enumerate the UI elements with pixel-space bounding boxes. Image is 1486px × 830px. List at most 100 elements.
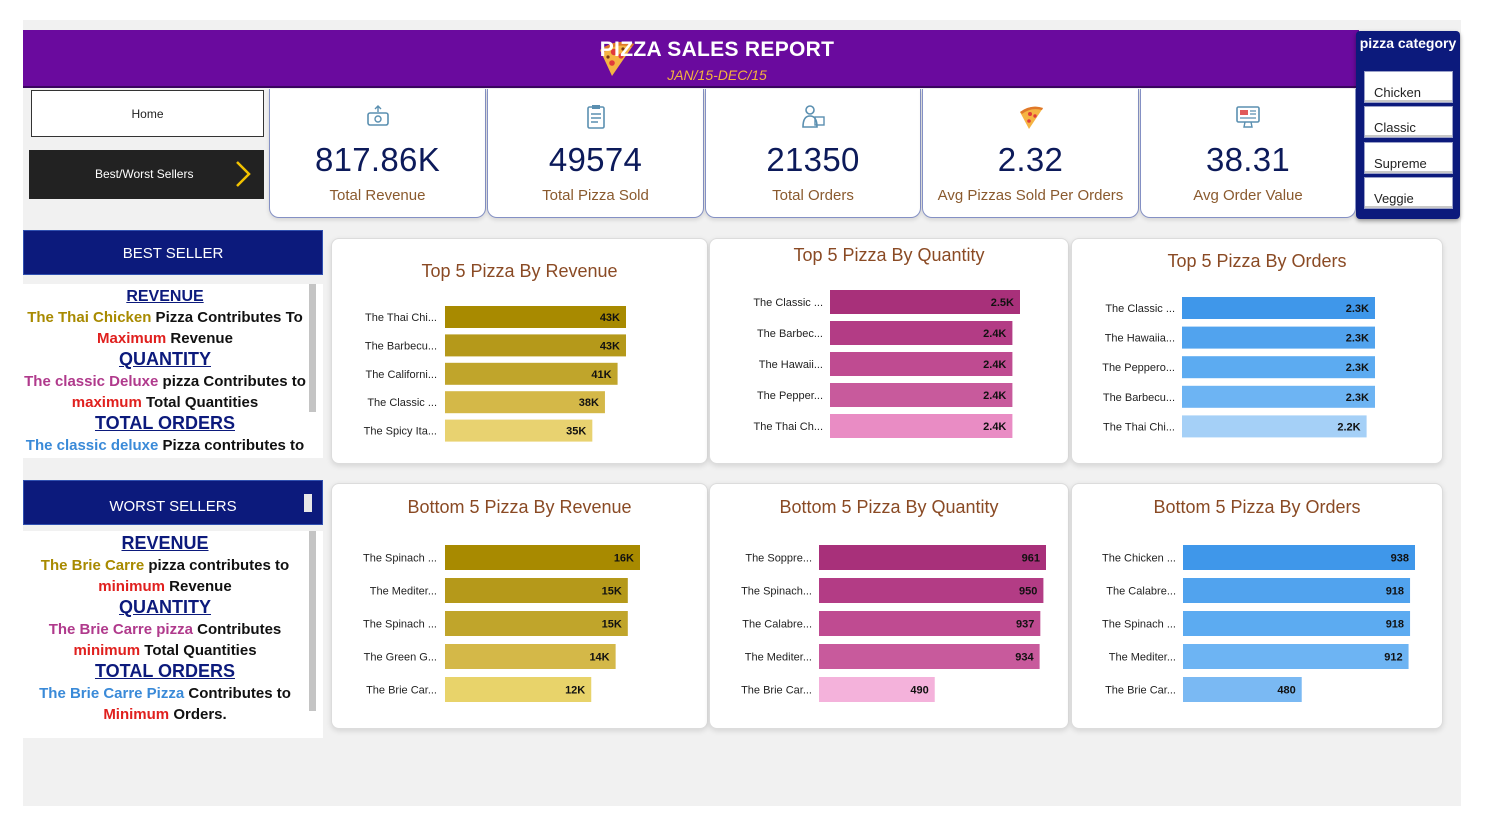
bar[interactable] [445,611,628,636]
bar[interactable] [1183,545,1415,570]
chart-title: Bottom 5 Pizza By Quantity [779,497,999,517]
kpi-label: Total Revenue [329,187,426,204]
worst-quantity-text: Contributes [192,621,282,638]
bar-value-label: 2.3K [1346,362,1369,374]
bar-category-label: The Calabre... [742,619,812,631]
bar[interactable] [1183,611,1411,636]
bar-value-label: 938 [1391,553,1409,565]
slicer-item-veggie[interactable]: Veggie [1364,177,1453,209]
chart-top5-orders: The Classic ... 2.3K The Hawaiia... 2.3K The… [1071,238,1443,464]
best-worst-sellers-button[interactable]: Best/Worst Sellers [29,150,264,199]
bar-chart-svg: The Soppre... 961 The Spinach... 950 The Cal… [741,545,1046,702]
kpi-label: Avg Order Value [1193,187,1303,204]
kpi-value: 49574 [548,141,643,178]
bar-category-label: The Spicy Ita... [364,426,437,438]
slicer-title: pizza category [1359,35,1457,51]
bar[interactable] [1183,578,1411,603]
kpi-label: Total Pizza Sold [542,187,649,204]
kpi-value: 817.86K [314,141,441,178]
bar-value-label: 41K [591,369,611,381]
bar-category-label: The Brie Car... [741,685,812,697]
worst-orders-min: Minimum [103,706,170,723]
bar-category-label: The Barbecu... [365,340,437,352]
worst-revenue-text2: Revenue [164,578,232,595]
bar-category-label: The Mediter... [370,586,437,598]
best-revenue-text2: Revenue [166,330,233,347]
best-revenue-max: Maximum [97,330,167,347]
home-button[interactable]: Home [31,90,264,137]
slicer-item-chicken[interactable]: Chicken [1364,71,1453,103]
bar-category-label: The Peppero... [1102,362,1175,374]
pizza-slice-icon [1019,106,1043,129]
best-quantity-text2: Total Quantities [141,394,259,411]
chart-bottom5-revenue: The Spinach ... 16K The Mediter... 15K The S… [331,483,708,729]
report-date-range: JAN/15-DEC/15 [667,67,767,83]
bar-value-label: 2.3K [1346,303,1369,315]
best-orders-text: Pizza contributes to [158,437,305,454]
worst-seller-scroll-thumb[interactable] [304,494,312,512]
bar[interactable] [1183,644,1409,669]
worst-orders-text2: Orders. [169,706,227,723]
bar-value-label: 918 [1386,586,1404,598]
bar-value-label: 918 [1386,619,1404,631]
chart-top5-quantity: The Classic ... 2.5K The Barbec... 2.4K The … [709,238,1069,464]
chart-title: Bottom 5 Pizza By Orders [1153,497,1361,517]
slicer-item-supreme[interactable]: Supreme [1364,142,1453,174]
kpi-total-revenue: 817.86K Total Revenue [269,89,486,218]
kpi-total-pizza-sold: 49574 Total Pizza Sold [487,89,704,218]
worst-revenue-min: minimum [98,578,165,595]
best-revenue-pizza: The Thai Chicken [27,309,152,326]
money-icon [366,105,389,126]
bar-value-label: 15K [602,586,622,598]
best-seller-scrollbar[interactable] [309,284,316,412]
bar-category-label: The Classic ... [367,397,437,409]
worst-revenue-text: pizza contributes to [144,557,290,574]
best-quantity-text: pizza Contributes to [158,373,306,390]
best-revenue-text: Pizza Contributes To [151,309,303,326]
worst-seller-panel: REVENUE The Brie Carre pizza contributes… [23,531,323,738]
bar-value-label: 490 [910,685,928,697]
bar-value-label: 43K [600,340,620,352]
worst-orders-heading: TOTAL ORDERS [94,661,235,681]
bar-value-label: 934 [1015,652,1034,664]
chart-title: Top 5 Pizza By Orders [1167,251,1347,271]
bar-value-label: 16K [614,553,634,565]
bar[interactable] [819,545,1046,570]
kpi-value: 38.31 [1205,141,1291,178]
best-seller-panel: REVENUE The Thai Chicken Pizza Contribut… [23,284,323,458]
bar-value-label: 15K [602,619,622,631]
bar-value-label: 950 [1019,586,1037,598]
bar-value-label: 480 [1277,685,1295,697]
bar-value-label: 2.2K [1337,421,1360,433]
bar[interactable] [819,644,1040,669]
bar-category-label: The Brie Car... [1105,685,1176,697]
bar-category-label: The Pepper... [757,390,823,402]
chart-title: Top 5 Pizza By Revenue [421,261,618,281]
bar[interactable] [445,545,640,570]
bar-category-label: The Classic ... [1105,303,1175,315]
best-orders-pizza: The classic deluxe [25,437,159,454]
kpi-avg-order-value: 38.31 Avg Order Value [1140,89,1356,218]
bar-category-label: The Mediter... [1109,652,1176,664]
slicer-item-classic[interactable]: Classic [1364,106,1453,138]
bar[interactable] [445,578,628,603]
bar-chart-svg: The Classic ... 2.3K The Hawaiia... 2.3K The… [1102,297,1375,438]
chart-title: Top 5 Pizza By Quantity [793,245,985,265]
bar-category-label: The Soppre... [745,553,812,565]
kpi-avg-pizzas-per-order: 2.32 Avg Pizzas Sold Per Orders [922,89,1139,218]
chart-top5-revenue: The Thai Chi... 43K The Barbecu... 43K The C… [331,238,708,464]
bar-category-label: The Thai Chi... [1103,421,1175,433]
worst-revenue-heading: REVENUE [121,533,209,553]
worst-quantity-min: minimum [73,642,141,659]
worst-seller-scrollbar[interactable] [309,531,316,711]
bar-value-label: 43K [600,312,620,324]
chart-title: Bottom 5 Pizza By Revenue [407,497,632,517]
bar-category-label: The Spinach ... [363,619,437,631]
bar-category-label: The Barbec... [757,328,823,340]
bar-category-label: The Spinach ... [1102,619,1176,631]
bar-chart-svg: The Chicken ... 938 The Calabre... 918 The S… [1102,545,1415,702]
bar[interactable] [819,611,1041,636]
report-header: PIZZA SALES REPORT JAN/15-DEC/15 [23,30,1359,88]
bar[interactable] [819,578,1044,603]
bar-value-label: 12K [565,685,585,697]
